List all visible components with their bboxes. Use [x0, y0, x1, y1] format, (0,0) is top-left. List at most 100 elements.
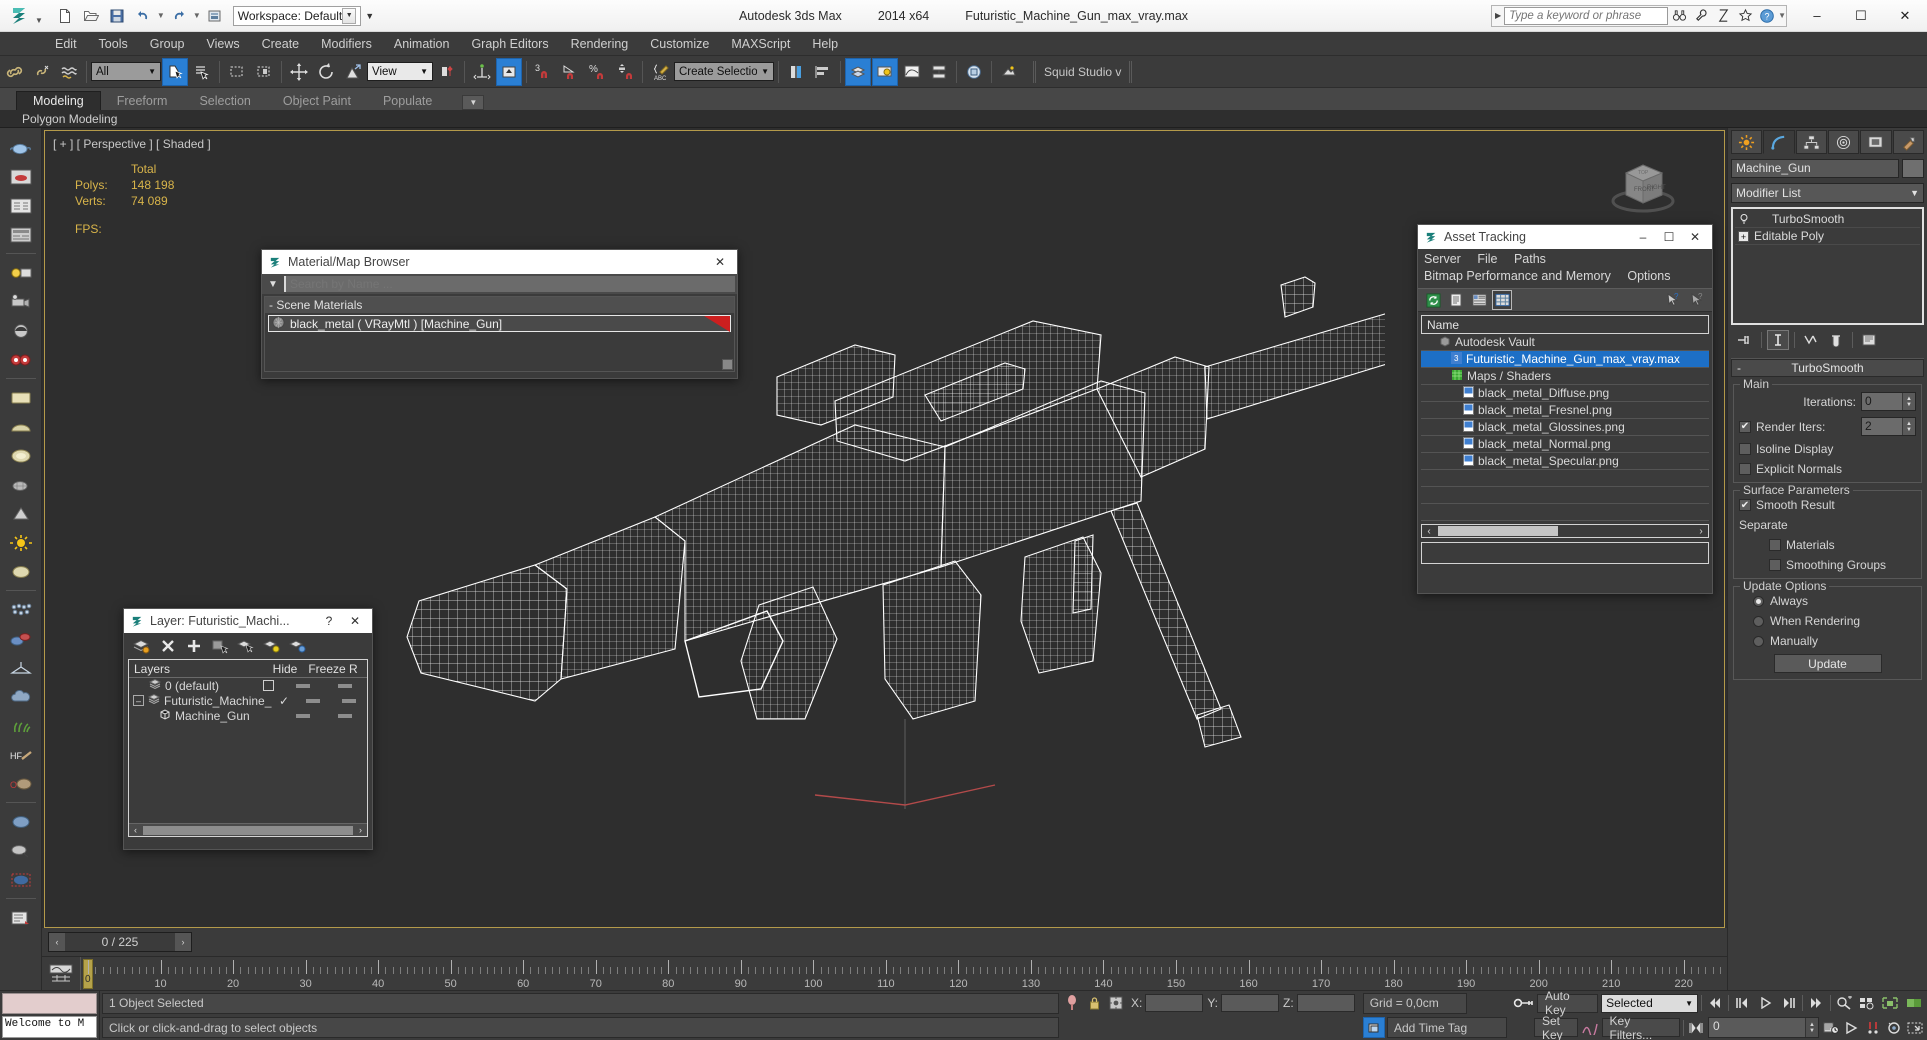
space-warp-icon[interactable]: [4, 654, 38, 681]
menu-file[interactable]: File: [1477, 252, 1497, 266]
freeze-toggle[interactable]: [341, 698, 356, 703]
filter-dropdown-icon[interactable]: ▼: [262, 279, 284, 290]
new-file-icon[interactable]: [53, 4, 77, 28]
vray-displacement-icon[interactable]: O: [4, 770, 38, 797]
context-help-icon[interactable]: ?: [1687, 290, 1707, 310]
vray-frame-buffer-icon[interactable]: [4, 346, 38, 373]
material-list[interactable]: - Scene Materials black_metal ( VRayMtl …: [264, 296, 735, 372]
keyboard-shortcut-override-icon[interactable]: [496, 57, 522, 86]
render-presets-icon[interactable]: [4, 221, 38, 248]
frame-display[interactable]: 0 / 225: [65, 933, 175, 951]
update-button[interactable]: Update: [1773, 654, 1882, 673]
y-coordinate[interactable]: Y:: [1207, 994, 1280, 1013]
expand-collapse-icon[interactable]: –: [133, 695, 144, 706]
material-map-browser-dialog[interactable]: Material/Map Browser ✕ ▼ - Scene Materia…: [261, 249, 738, 379]
key-filters-button[interactable]: Key Filters...: [1601, 1014, 1681, 1040]
menu-item-maxscript[interactable]: MAXScript: [720, 34, 801, 54]
asset-horizontal-scrollbar[interactable]: ‹ ›: [1421, 524, 1709, 538]
menu-bitmap-performance[interactable]: Bitmap Performance and Memory: [1424, 269, 1611, 283]
listener-output-pane[interactable]: Welcome to M: [2, 1015, 97, 1038]
col-layers[interactable]: Layers: [129, 662, 235, 676]
pin-stack-icon[interactable]: [1734, 330, 1756, 350]
menu-item-help[interactable]: Help: [801, 34, 849, 54]
auto-key-button[interactable]: Auto Key: [1537, 989, 1599, 1017]
menu-item-tools[interactable]: Tools: [88, 34, 139, 54]
ribbon-tab-freeform[interactable]: Freeform: [101, 92, 184, 110]
close-button[interactable]: ✕: [707, 251, 733, 274]
remove-modifier-icon[interactable]: [1825, 330, 1847, 350]
hide-toggle[interactable]: [306, 698, 321, 703]
scroll-left-icon[interactable]: ‹: [129, 825, 142, 835]
orbit-icon[interactable]: [1864, 1018, 1882, 1037]
current-frame-spinner[interactable]: 0 ▲ ▼: [1708, 1017, 1819, 1039]
asset-row-texture[interactable]: black_metal_Fresnel.png: [1421, 402, 1709, 419]
ribbon-options-icon[interactable]: ▼: [462, 95, 485, 110]
named-selection-set-combo[interactable]: Create Selection Se▼: [674, 62, 774, 81]
workspace-caret-icon[interactable]: ▼: [342, 7, 357, 24]
always-radio[interactable]: [1753, 595, 1764, 607]
frame-navigator[interactable]: ‹ 0 / 225 ›: [48, 932, 192, 952]
play-animation-icon[interactable]: [1756, 994, 1776, 1013]
light-lister-icon[interactable]: [4, 259, 38, 286]
zoom-extents-icon[interactable]: [1880, 994, 1900, 1013]
help-cursor-icon[interactable]: ?: [1663, 290, 1683, 310]
window-crossing-icon[interactable]: [251, 58, 277, 86]
iterations-value[interactable]: 0: [1862, 393, 1902, 410]
layer-row-machine-gun[interactable]: Machine_Gun: [129, 708, 367, 723]
layer-manager-icon[interactable]: [845, 57, 871, 86]
vertical-scrollbar-thumb[interactable]: [722, 359, 733, 370]
object-color-swatch[interactable]: [1902, 159, 1924, 178]
search-binoculars-icon[interactable]: [1668, 6, 1690, 26]
exchange-app-icon[interactable]: [1712, 6, 1734, 26]
absolute-relative-mode-icon[interactable]: [1105, 993, 1127, 1014]
scene-materials-section[interactable]: - Scene Materials: [265, 297, 734, 313]
infocenter-expand-icon[interactable]: ▶: [1492, 11, 1504, 20]
configure-modifier-sets-icon[interactable]: [1858, 330, 1880, 350]
smooth-result-checkbox[interactable]: ✔: [1739, 499, 1751, 511]
asset-row-texture[interactable]: black_metal_Normal.png: [1421, 436, 1709, 453]
add-selection-to-layer-icon[interactable]: [184, 636, 204, 656]
layer-row-default[interactable]: 0 (default): [129, 678, 367, 693]
bulb-icon[interactable]: [1737, 213, 1750, 226]
workspace-menu-icon[interactable]: ▼: [365, 11, 374, 21]
col-freeze[interactable]: Freeze: [305, 662, 349, 676]
spinner-snap-icon[interactable]: [612, 58, 638, 86]
bind-to-space-warp-icon[interactable]: [56, 58, 82, 86]
render-settings-icon[interactable]: [4, 192, 38, 219]
material-list-item[interactable]: black_metal ( VRayMtl ) [Machine_Gun]: [268, 315, 731, 332]
y-field[interactable]: [1221, 994, 1280, 1013]
select-and-move-icon[interactable]: [286, 58, 312, 86]
scrollbar-thumb[interactable]: [143, 825, 353, 835]
asset-tree[interactable]: Autodesk Vault 3 Futuristic_Machine_Gun_…: [1421, 334, 1709, 521]
menu-item-edit[interactable]: Edit: [44, 34, 88, 54]
isolate-selection-icon[interactable]: [1061, 993, 1083, 1014]
hide-toggle[interactable]: [296, 683, 310, 688]
menu-item-group[interactable]: Group: [139, 34, 196, 54]
vray-sun-icon[interactable]: [4, 529, 38, 556]
list-view-icon[interactable]: [1446, 290, 1466, 310]
modifier-list-combo[interactable]: Modifier List ▼: [1731, 183, 1924, 203]
iterations-spinner[interactable]: 0 ▲ ▼: [1861, 392, 1916, 411]
ribbon-tab-modeling[interactable]: Modeling: [16, 91, 101, 110]
update-option-manually[interactable]: Manually: [1739, 634, 1916, 648]
materials-row[interactable]: Materials: [1739, 538, 1916, 552]
menu-item-create[interactable]: Create: [251, 34, 311, 54]
add-time-tag-button[interactable]: Add Time Tag: [1387, 1017, 1507, 1039]
scrollbar-thumb[interactable]: [1438, 526, 1558, 536]
add-time-tag-icon[interactable]: [1363, 1017, 1385, 1039]
listener-input-pane[interactable]: [2, 993, 97, 1014]
named-selection-sets-icon[interactable]: ABC: [647, 58, 673, 86]
menu-item-graph-editors[interactable]: Graph Editors: [460, 34, 559, 54]
open-mini-curve-editor-icon[interactable]: [42, 957, 80, 990]
ribbon-tab-selection[interactable]: Selection: [183, 92, 266, 110]
menu-item-views[interactable]: Views: [195, 34, 250, 54]
prev-frame-button[interactable]: ‹: [49, 933, 65, 951]
arc-rotate-icon[interactable]: [1885, 1018, 1903, 1037]
rollout-header[interactable]: - TurboSmooth: [1731, 359, 1924, 377]
set-key-button[interactable]: Set Key: [1534, 1014, 1578, 1040]
zoom-extents-all-icon[interactable]: [1904, 994, 1924, 1013]
explicit-normals-checkbox[interactable]: [1739, 463, 1751, 475]
create-tab[interactable]: [1731, 130, 1763, 154]
vray-proxy-teapot-icon[interactable]: [4, 471, 38, 498]
undo-icon[interactable]: [131, 4, 155, 28]
